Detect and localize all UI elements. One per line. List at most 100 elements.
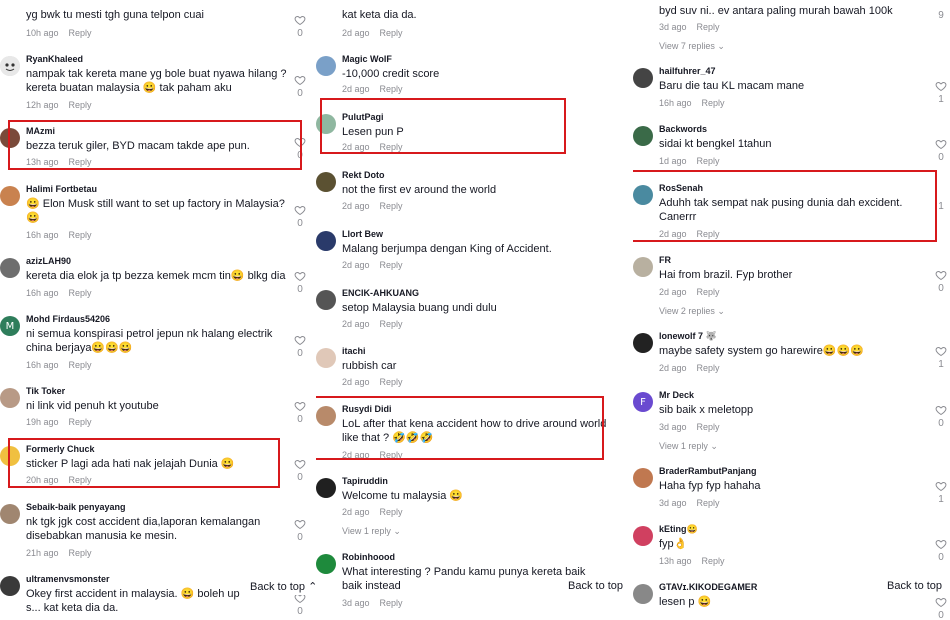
like-button[interactable]: 0	[934, 596, 948, 620]
reply-button[interactable]: Reply	[69, 417, 92, 427]
comment-username[interactable]: PulutPagi	[342, 112, 384, 122]
comment-username[interactable]: Sebaik-baik penyayang	[26, 502, 126, 512]
comment-username[interactable]: Mohd Firdaus54206	[26, 314, 110, 324]
back-to-top-button[interactable]: Back to top ⌃	[246, 578, 317, 595]
reply-button[interactable]: Reply	[69, 475, 92, 485]
like-button[interactable]: 0	[293, 204, 307, 229]
reply-button[interactable]: Reply	[380, 450, 403, 460]
like-button[interactable]: 0	[293, 458, 307, 483]
like-button[interactable]: 0	[934, 538, 948, 563]
avatar[interactable]: F	[633, 392, 653, 412]
comment-username[interactable]: ENCIK-AHKUANG	[342, 288, 419, 298]
avatar[interactable]	[316, 348, 336, 368]
comment-username[interactable]: hailfuhrer_47	[659, 66, 716, 76]
avatar[interactable]	[316, 231, 336, 251]
comment-username[interactable]: Rusydi Didi	[342, 404, 392, 414]
comment-username[interactable]: Mr Deck	[659, 390, 694, 400]
like-button[interactable]: 0	[293, 14, 307, 39]
avatar[interactable]	[633, 468, 653, 488]
avatar[interactable]	[0, 504, 20, 524]
avatar[interactable]	[316, 554, 336, 574]
like-button[interactable]: 0	[934, 138, 948, 163]
like-button[interactable]: 0	[293, 400, 307, 425]
comment-username[interactable]: Tik Toker	[26, 386, 65, 396]
comment-username[interactable]: itachi	[342, 346, 366, 356]
back-to-top-button[interactable]: Back to top	[564, 578, 628, 594]
comment-username[interactable]: Rekt Doto	[342, 170, 385, 180]
comment-username[interactable]: RosSenah	[659, 183, 703, 193]
avatar[interactable]: M	[0, 316, 20, 336]
comment-username[interactable]: RyanKhaleed	[26, 54, 83, 64]
reply-button[interactable]: Reply	[380, 507, 403, 517]
comment-username[interactable]: Backwords	[659, 124, 707, 134]
avatar[interactable]	[0, 186, 20, 206]
reply-button[interactable]: Reply	[702, 556, 725, 566]
like-button[interactable]: 0	[293, 270, 307, 295]
reply-button[interactable]: Reply	[380, 201, 403, 211]
reply-button[interactable]: Reply	[69, 288, 92, 298]
comment-username[interactable]: GTAVɪ.KIKODEGAMER	[659, 582, 757, 592]
reply-button[interactable]: Reply	[69, 360, 92, 370]
like-button[interactable]: 0	[934, 404, 948, 429]
like-button[interactable]: 0	[293, 136, 307, 161]
avatar[interactable]	[316, 56, 336, 76]
view-replies-button[interactable]: View 2 replies ⌄	[659, 306, 725, 317]
comment-username[interactable]: Tapiruddin	[342, 476, 388, 486]
comment-username[interactable]: azizLAH90	[26, 256, 71, 266]
reply-button[interactable]: Reply	[69, 100, 92, 110]
comment-username[interactable]: FR	[659, 255, 671, 265]
reply-button[interactable]: Reply	[697, 363, 720, 373]
comment-username[interactable]: lonewolf 7 🐺	[659, 331, 717, 342]
avatar[interactable]	[316, 290, 336, 310]
reply-button[interactable]: Reply	[697, 498, 720, 508]
avatar[interactable]	[0, 388, 20, 408]
avatar[interactable]	[316, 478, 336, 498]
avatar[interactable]	[633, 68, 653, 88]
comment-username[interactable]: BraderRambutPanjang	[659, 466, 757, 476]
reply-button[interactable]: Reply	[697, 422, 720, 432]
avatar[interactable]	[316, 406, 336, 426]
reply-button[interactable]: Reply	[380, 319, 403, 329]
reply-button[interactable]: Reply	[380, 28, 403, 38]
like-button[interactable]: 1	[934, 345, 948, 370]
comment-username[interactable]: Halimi Fortbetau	[26, 184, 97, 194]
comment-username[interactable]: Llort Bew	[342, 229, 383, 239]
reply-button[interactable]: Reply	[380, 598, 403, 608]
reply-button[interactable]: Reply	[69, 28, 92, 38]
avatar[interactable]	[0, 56, 20, 76]
reply-button[interactable]: Reply	[697, 287, 720, 297]
avatar[interactable]	[316, 172, 336, 192]
like-button[interactable]: 1	[934, 199, 948, 212]
like-button[interactable]: 1	[934, 80, 948, 105]
reply-button[interactable]: Reply	[697, 156, 720, 166]
avatar[interactable]	[633, 185, 653, 205]
avatar[interactable]	[633, 257, 653, 277]
like-button[interactable]: 0	[293, 334, 307, 359]
reply-button[interactable]: Reply	[69, 157, 92, 167]
reply-button[interactable]: Reply	[697, 229, 720, 239]
view-replies-button[interactable]: View 7 replies ⌄	[659, 41, 725, 52]
avatar[interactable]	[633, 584, 653, 604]
avatar[interactable]	[633, 333, 653, 353]
avatar[interactable]	[0, 258, 20, 278]
avatar[interactable]	[316, 114, 336, 134]
reply-button[interactable]: Reply	[380, 84, 403, 94]
like-button[interactable]: 0	[293, 592, 307, 617]
avatar[interactable]	[0, 446, 20, 466]
view-replies-button[interactable]: View 1 reply ⌄	[342, 526, 401, 537]
reply-button[interactable]: Reply	[69, 230, 92, 240]
comment-username[interactable]: Magic WolF	[342, 54, 392, 64]
avatar[interactable]	[633, 126, 653, 146]
like-button[interactable]: 0	[293, 74, 307, 99]
comment-username[interactable]: Robinhoood	[342, 552, 395, 562]
like-button[interactable]: 0	[293, 518, 307, 543]
reply-button[interactable]: Reply	[380, 142, 403, 152]
reply-button[interactable]: Reply	[702, 98, 725, 108]
comment-username[interactable]: MAzmi	[26, 126, 55, 136]
like-button[interactable]: 1	[934, 480, 948, 505]
reply-button[interactable]: Reply	[697, 22, 720, 32]
reply-button[interactable]: Reply	[69, 548, 92, 558]
reply-button[interactable]: Reply	[380, 377, 403, 387]
comment-username[interactable]: Formerly Chuck	[26, 444, 95, 454]
avatar[interactable]	[0, 576, 20, 596]
